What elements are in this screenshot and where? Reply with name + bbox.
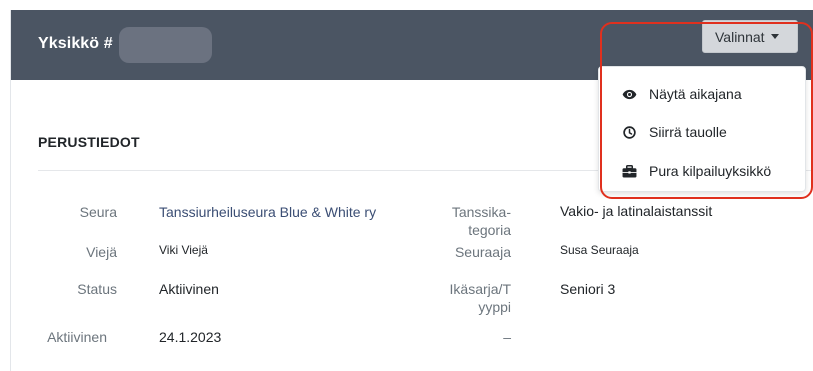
briefcase-icon xyxy=(621,163,637,179)
caret-down-icon xyxy=(770,34,779,39)
menu-item-label: Siirrä tauolle xyxy=(649,124,727,140)
field-value-seuraaja: Susa Seuraaja xyxy=(560,243,639,257)
options-button[interactable]: Valinnat xyxy=(702,20,798,53)
redacted-unit-id xyxy=(119,27,212,63)
field-label-ikasarja: Ikäsarja/T yyppi xyxy=(431,280,511,316)
field-label-seura: Seura xyxy=(79,204,117,220)
options-dropdown-menu: Näytä aikajana Siirrä tauolle Pura kilpa… xyxy=(598,66,806,192)
field-label-ikasarja-line1: Ikäsarja/T xyxy=(449,281,511,297)
field-label-aktiivinen: Aktiivinen xyxy=(47,329,107,345)
field-label-tanssikategoria-line2: tegoria xyxy=(468,222,511,238)
menu-item-show-timeline[interactable]: Näytä aikajana xyxy=(599,76,805,112)
field-value-status: Aktiivinen xyxy=(159,281,219,297)
eye-icon xyxy=(621,86,637,102)
field-value-vieja: Viki Viejä xyxy=(159,243,208,257)
clock-icon xyxy=(621,124,637,140)
menu-item-move-to-break[interactable]: Siirrä tauolle xyxy=(599,114,805,150)
field-label-seuraaja: Seuraaja xyxy=(454,244,511,260)
field-label-tanssikategoria: Tanssika- tegoria xyxy=(431,203,511,239)
unit-title: Yksikkö # xyxy=(38,35,113,52)
field-label-ikasarja-line2: yyppi xyxy=(478,299,511,315)
menu-item-label: Näytä aikajana xyxy=(649,86,742,102)
field-label-tanssikategoria-line1: Tanssika- xyxy=(451,204,511,220)
menu-item-label: Pura kilpailuyksikkö xyxy=(649,163,772,179)
field-label-status: Status xyxy=(77,281,117,297)
field-value-aktiivinen: 24.1.2023 xyxy=(159,329,222,345)
field-label-vieja: Viejä xyxy=(86,244,117,260)
field-value-empty: – xyxy=(503,329,511,345)
field-value-ikasarja: Seniori 3 xyxy=(560,281,616,297)
field-value-seura[interactable]: Tanssiurheiluseura Blue & White ry xyxy=(159,203,376,221)
field-value-tanssikategoria: Vakio- ja latinalaistanssit xyxy=(560,203,713,219)
options-button-label: Valinnat xyxy=(715,28,765,45)
section-title: PERUSTIEDOT xyxy=(38,134,140,150)
menu-item-dissolve-unit[interactable]: Pura kilpailuyksikkö xyxy=(599,153,805,189)
